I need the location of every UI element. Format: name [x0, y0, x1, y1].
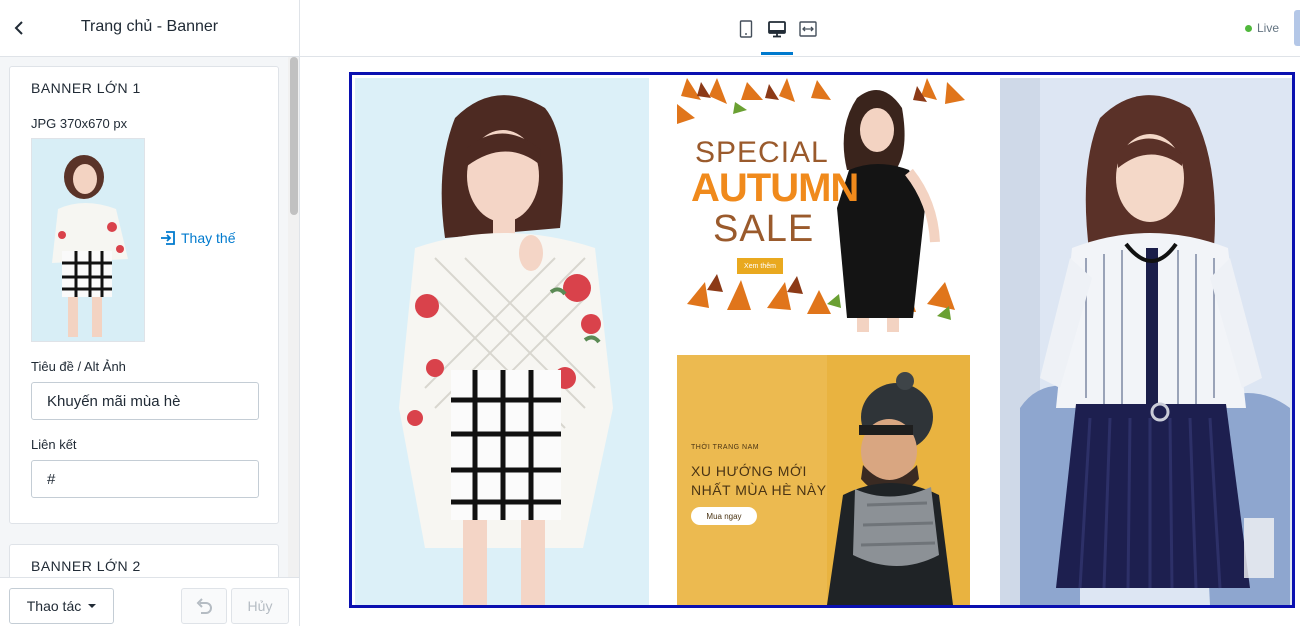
- undo-icon: [196, 598, 212, 614]
- mobile-icon: [739, 20, 753, 38]
- scrollbar-thumb[interactable]: [290, 57, 298, 215]
- sidebar: Trang chủ - Banner BANNER LỚN 1 JPG 370x…: [0, 0, 300, 626]
- men-kicker-text: THỜI TRANG NAM: [691, 444, 760, 451]
- actions-label: Thao tác: [26, 598, 82, 614]
- fullwidth-view-button[interactable]: [791, 14, 825, 44]
- preview-area: SPECIAL AUTUMN SALE Xem thêm THỜI TRANG …: [300, 57, 1300, 626]
- woman-blouse-photo: [1000, 78, 1292, 605]
- replace-image-link[interactable]: Thay thế: [160, 230, 235, 246]
- sidebar-scrollbar[interactable]: [288, 57, 299, 577]
- section-title: BANNER LỚN 1: [31, 80, 141, 96]
- replace-icon: [161, 231, 175, 245]
- link-label: Liên kết: [31, 437, 77, 452]
- autumn-cta-button[interactable]: Xem thêm: [737, 258, 783, 274]
- caret-down-icon: [88, 604, 97, 608]
- active-device-indicator: [761, 52, 793, 55]
- autumn-headline-text: AUTUMN: [691, 166, 859, 210]
- section-title: BANNER LỚN 2: [31, 558, 141, 574]
- actions-dropdown-button[interactable]: Thao tác: [9, 588, 114, 624]
- autumn-sale-text: SALE: [713, 208, 815, 250]
- status-dot-icon: [1245, 24, 1252, 32]
- replace-label: Thay thế: [181, 230, 236, 246]
- title-alt-label: Tiêu đề / Alt Ảnh: [31, 359, 126, 374]
- woman-photo-thumbnail: [32, 139, 144, 341]
- banner-image-1[interactable]: [355, 78, 649, 605]
- sidebar-title: Trang chủ - Banner: [80, 18, 219, 35]
- image-size-note: JPG 370x670 px: [31, 116, 128, 131]
- banner-image-4[interactable]: [1000, 78, 1292, 605]
- cancel-button[interactable]: Hủy: [231, 588, 289, 624]
- sidebar-footer: Thao tác Hủy: [0, 577, 299, 626]
- banner-thumbnail[interactable]: [31, 138, 145, 342]
- woman-lace-photo: [355, 78, 649, 605]
- undo-button[interactable]: [181, 588, 227, 624]
- banner-image-men-fashion[interactable]: THỜI TRANG NAM XU HƯỚNG MỚI NHẤT MÙA HÈ …: [677, 355, 970, 605]
- autumn-special-text: SPECIAL: [695, 136, 829, 169]
- side-panel-tab[interactable]: [1294, 10, 1300, 46]
- live-label: Live: [1257, 21, 1280, 35]
- banner-image-autumn-sale[interactable]: SPECIAL AUTUMN SALE Xem thêm: [677, 78, 970, 332]
- selected-section-frame[interactable]: SPECIAL AUTUMN SALE Xem thêm THỜI TRANG …: [349, 72, 1295, 608]
- sidebar-header: Trang chủ - Banner: [0, 0, 299, 57]
- men-headline-text: XU HƯỚNG MỚI NHẤT MÙA HÈ NÀY: [691, 463, 827, 498]
- preview-toolbar: Live: [300, 0, 1300, 57]
- fullwidth-icon: [799, 21, 817, 37]
- desktop-icon: [768, 21, 786, 38]
- desktop-view-button[interactable]: [760, 14, 794, 44]
- mobile-view-button[interactable]: [729, 14, 763, 44]
- live-status: Live: [1245, 21, 1279, 35]
- banner-section-1: BANNER LỚN 1 JPG 370x670 px Thay thế Tiê…: [9, 66, 279, 524]
- title-alt-input[interactable]: [31, 382, 259, 420]
- link-input[interactable]: [31, 460, 259, 498]
- men-cta-button[interactable]: Mua ngay: [691, 507, 757, 525]
